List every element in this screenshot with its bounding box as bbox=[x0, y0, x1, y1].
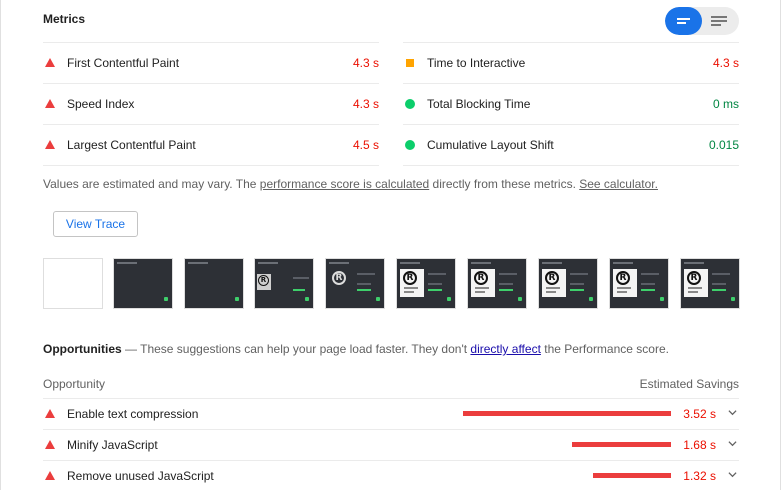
fail-triangle-icon bbox=[45, 409, 55, 418]
fail-triangle-icon bbox=[45, 58, 55, 67]
metrics-title: Metrics bbox=[43, 12, 86, 26]
see-calculator-link[interactable]: See calculator. bbox=[579, 177, 658, 191]
metric-first-contentful-paint: First Contentful Paint 4.3 s bbox=[43, 42, 379, 83]
metric-value: 0 ms bbox=[712, 97, 739, 111]
average-square-icon bbox=[406, 59, 414, 67]
pass-circle-icon bbox=[405, 140, 415, 150]
opportunity-remove-unused-javascript[interactable]: Remove unused JavaScript 1.32 s bbox=[43, 460, 739, 491]
savings-value: 3.52 s bbox=[683, 407, 716, 421]
registered-logo-icon: R bbox=[403, 271, 417, 285]
opportunity-label: Minify JavaScript bbox=[67, 438, 158, 452]
chevron-down-icon[interactable] bbox=[728, 470, 737, 479]
metrics-view-toggle[interactable] bbox=[665, 7, 739, 35]
fail-triangle-icon bbox=[45, 99, 55, 108]
filmstrip-frame: R bbox=[325, 258, 385, 309]
registered-logo-icon: R bbox=[258, 275, 269, 286]
metric-label: Time to Interactive bbox=[427, 56, 526, 70]
metric-total-blocking-time: Total Blocking Time 0 ms bbox=[403, 83, 739, 124]
registered-logo-icon: R bbox=[687, 271, 701, 285]
metric-label: Cumulative Layout Shift bbox=[427, 138, 554, 152]
filmstrip-frame: R bbox=[254, 258, 314, 309]
note-text: Values are estimated and may vary. The bbox=[43, 177, 260, 191]
metric-label: Largest Contentful Paint bbox=[67, 138, 196, 152]
savings-bar bbox=[593, 473, 671, 478]
opportunity-minify-javascript[interactable]: Minify JavaScript 1.68 s bbox=[43, 429, 739, 460]
divider bbox=[43, 165, 379, 166]
filmstrip-frame: R bbox=[396, 258, 456, 309]
metric-value: 4.5 s bbox=[352, 138, 379, 152]
directly-affect-link[interactable]: directly affect bbox=[470, 342, 540, 356]
metrics-column-left: First Contentful Paint 4.3 s Speed Index… bbox=[43, 42, 379, 166]
fail-triangle-icon bbox=[45, 471, 55, 480]
metric-value: 4.3 s bbox=[712, 56, 739, 70]
savings-value: 1.68 s bbox=[683, 438, 716, 452]
filmstrip-frame: R bbox=[609, 258, 669, 309]
filmstrip-frame bbox=[113, 258, 173, 309]
metrics-note: Values are estimated and may vary. The p… bbox=[43, 177, 658, 191]
registered-logo-icon: R bbox=[474, 271, 488, 285]
opportunities-heading: Opportunities — These suggestions can he… bbox=[43, 342, 669, 356]
filmstrip-frame: R bbox=[680, 258, 740, 309]
heading-separator: — bbox=[121, 342, 141, 356]
pass-circle-icon bbox=[405, 99, 415, 109]
opportunities-title: Opportunities bbox=[43, 342, 122, 356]
registered-logo-icon: R bbox=[616, 271, 630, 285]
fail-triangle-icon bbox=[45, 140, 55, 149]
metric-time-to-interactive: Time to Interactive 4.3 s bbox=[403, 42, 739, 83]
metric-value: 4.3 s bbox=[352, 56, 379, 70]
savings-bar bbox=[463, 411, 671, 416]
metric-value: 0.015 bbox=[708, 138, 739, 152]
metric-cumulative-layout-shift: Cumulative Layout Shift 0.015 bbox=[403, 124, 739, 165]
chevron-down-icon[interactable] bbox=[728, 408, 737, 417]
filmstrip-frame: R bbox=[467, 258, 527, 309]
opportunity-enable-text-compression[interactable]: Enable text compression 3.52 s bbox=[43, 398, 739, 429]
filmstrip-frame: R bbox=[538, 258, 598, 309]
registered-logo-icon: R bbox=[332, 271, 346, 285]
fail-triangle-icon bbox=[45, 440, 55, 449]
metric-label: Total Blocking Time bbox=[427, 97, 531, 111]
score-calculation-link[interactable]: performance score is calculated bbox=[260, 177, 429, 191]
filmstrip-frame bbox=[43, 258, 103, 309]
view-trace-button[interactable]: View Trace bbox=[53, 211, 138, 237]
metric-label: First Contentful Paint bbox=[67, 56, 180, 70]
metric-speed-index: Speed Index 4.3 s bbox=[43, 83, 379, 124]
chevron-down-icon[interactable] bbox=[728, 439, 737, 448]
opportunity-column-header: Opportunity bbox=[43, 377, 106, 391]
panel-border-left bbox=[0, 0, 1, 490]
estimated-savings-column-header: Estimated Savings bbox=[639, 377, 739, 391]
registered-logo-icon: R bbox=[545, 271, 559, 285]
opportunity-label: Remove unused JavaScript bbox=[67, 469, 214, 483]
metrics-column-right: Time to Interactive 4.3 s Total Blocking… bbox=[403, 42, 739, 166]
opportunities-list: Enable text compression 3.52 s Minify Ja… bbox=[43, 398, 739, 491]
filmstrip-frame bbox=[184, 258, 244, 309]
opportunities-description: These suggestions can help your page loa… bbox=[140, 342, 471, 356]
savings-bar bbox=[572, 442, 671, 447]
savings-value: 1.32 s bbox=[683, 469, 716, 483]
note-text: directly from these metrics. bbox=[429, 177, 580, 191]
metric-value: 4.3 s bbox=[352, 97, 379, 111]
metric-largest-contentful-paint: Largest Contentful Paint 4.5 s bbox=[43, 124, 379, 165]
opportunity-label: Enable text compression bbox=[67, 407, 199, 421]
filmstrip: R R R R R R R bbox=[43, 258, 740, 309]
compact-view-icon[interactable] bbox=[665, 7, 702, 35]
opportunities-description: the Performance score. bbox=[540, 342, 669, 356]
metric-label: Speed Index bbox=[67, 97, 135, 111]
divider bbox=[403, 165, 739, 166]
